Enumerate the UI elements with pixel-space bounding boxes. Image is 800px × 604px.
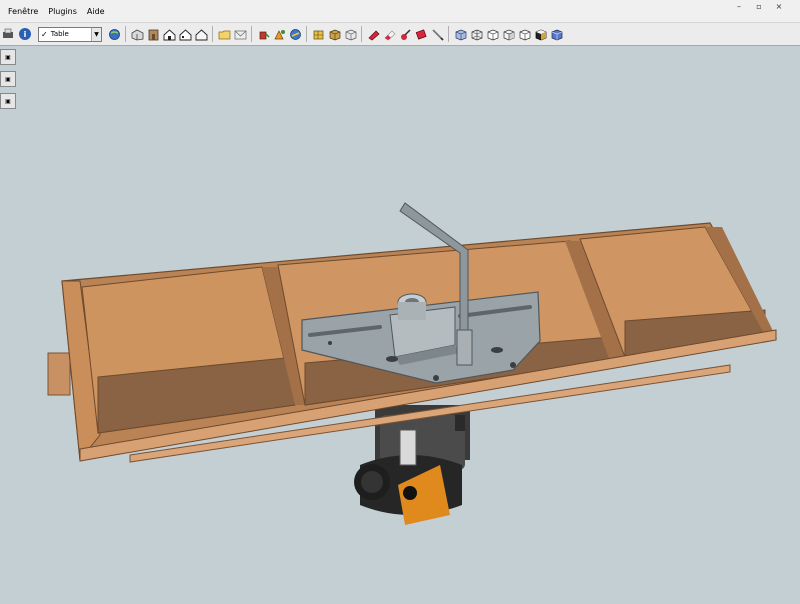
sandbox-icon[interactable] [311,27,325,41]
toolbar-separator [212,26,213,42]
box-plugin-icon[interactable] [327,27,341,41]
pencil-icon[interactable] [430,27,444,41]
eraser-red-icon[interactable] [366,27,380,41]
eraser-white-icon[interactable] [382,27,396,41]
toolbar-separator [306,26,307,42]
model-viewport[interactable] [0,45,800,600]
menu-help[interactable]: Aide [87,7,105,16]
style-shaded-icon[interactable] [501,27,515,41]
style-xray-icon[interactable] [453,27,467,41]
envelope-icon[interactable] [233,27,247,41]
toolbar-separator [361,26,362,42]
minimize-icon[interactable]: – [730,2,748,11]
toolbar-separator [251,26,252,42]
style-hidden-line-icon[interactable] [485,27,499,41]
marker-red-icon[interactable] [414,27,428,41]
iso-view-icon[interactable] [130,27,144,41]
style-back-edges-icon[interactable] [549,27,563,41]
front-view-icon[interactable] [146,27,160,41]
layer-select-value: Table [50,30,69,38]
model-info-icon[interactable]: i [19,28,31,40]
toolbar-separator [125,26,126,42]
menu-window[interactable]: Fenêtre [8,7,38,16]
close-icon[interactable]: × [770,2,788,11]
house-view-icon[interactable] [162,27,176,41]
globe-icon[interactable] [107,27,121,41]
checkmark-icon: ✓ [41,29,48,39]
router-table-model [47,202,777,525]
style-wireframe-icon[interactable] [469,27,483,41]
style-monochrome-icon[interactable] [533,27,547,41]
print-icon[interactable] [1,27,15,41]
tape-measure-icon[interactable] [288,27,302,41]
chevron-down-icon[interactable]: ▼ [91,27,101,41]
follow-me-icon[interactable] [272,27,286,41]
house-side-icon[interactable] [194,27,208,41]
style-textured-icon[interactable] [517,27,531,41]
folder-icon[interactable] [217,27,231,41]
menu-bar: Fenêtre Plugins Aide – ▫ × [0,0,800,22]
layer-select[interactable]: ✓ Table ▼ [38,26,102,42]
cube-plugin-icon[interactable] [343,27,357,41]
menu-plugins[interactable]: Plugins [48,7,77,16]
dropper-red-icon[interactable] [398,27,412,41]
toolbar-separator [448,26,449,42]
house-outline-icon[interactable] [178,27,192,41]
maximize-icon[interactable]: ▫ [750,2,768,11]
toolbar: i ✓ Table ▼ [0,22,800,46]
paint-bucket-icon[interactable] [256,27,270,41]
